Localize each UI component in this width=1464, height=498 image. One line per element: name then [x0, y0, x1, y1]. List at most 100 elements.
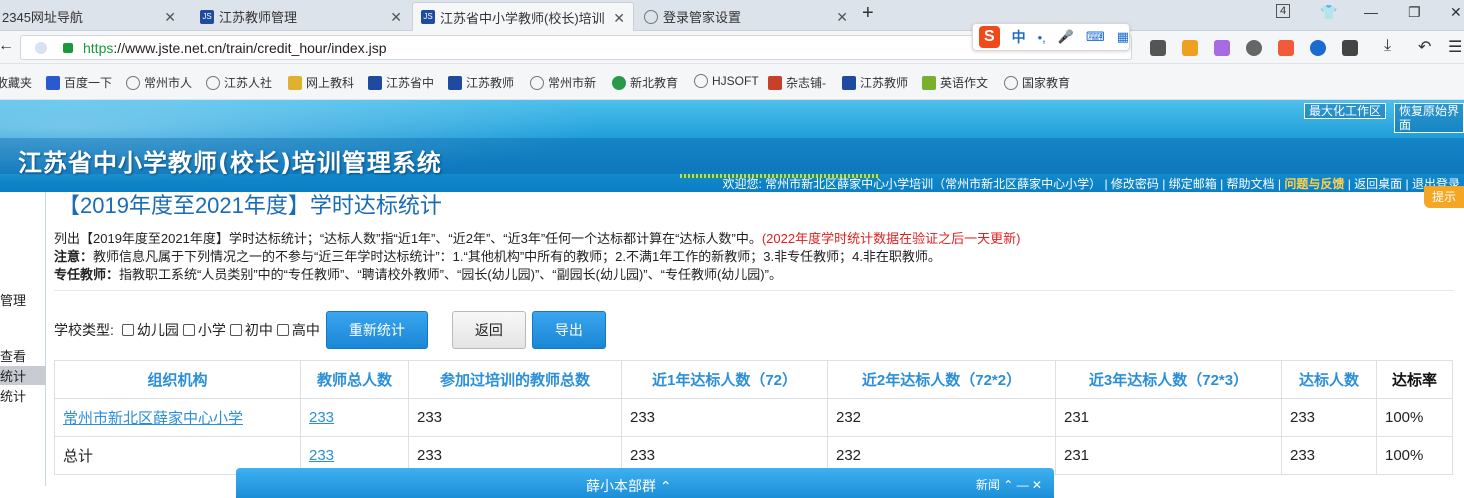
- bookmark-online-edu[interactable]: 网上教科: [288, 74, 354, 91]
- cell-rate: 100%: [1376, 436, 1453, 475]
- jste-logo-icon: [368, 75, 382, 90]
- user-bar: 欢迎您: 常州市新北区薛家中心小学培训（常州市新北区薛家中心小学） | 修改密码…: [722, 177, 1460, 191]
- cell-qualified: 233: [1281, 398, 1377, 437]
- lock-icon: [63, 43, 73, 53]
- checkbox-junior[interactable]: 初中: [229, 320, 273, 340]
- page-title: 【2019年度至2021年度】学时达标统计: [58, 193, 442, 218]
- url-text: https://www.jste.net.cn/train/credit_hou…: [83, 40, 387, 56]
- close-icon[interactable]: ✕: [836, 9, 848, 26]
- bookmark-jiangsu-teacher-2[interactable]: 江苏教师: [842, 74, 908, 91]
- system-title: 江苏省中小学教师(校长)培训管理系统: [18, 149, 442, 177]
- url-field[interactable]: https://www.jste.net.cn/train/credit_hou…: [20, 35, 1132, 60]
- sidebar-item-statistics-selected[interactable]: 统计: [0, 366, 46, 385]
- jste-logo-icon: [448, 75, 462, 90]
- org-link[interactable]: 常州市新北区薛家中心小学: [63, 410, 243, 427]
- close-icon[interactable]: ✕: [613, 10, 625, 27]
- bookmark-hjsoft[interactable]: HJSOFT: [694, 74, 759, 88]
- globe-icon: [694, 74, 708, 88]
- reader-icon[interactable]: [1150, 40, 1166, 56]
- col-2yr: 近2年达标人数（72*2）: [827, 360, 1056, 399]
- shield-badge-icon[interactable]: [1182, 40, 1198, 56]
- game-icon[interactable]: [1278, 40, 1294, 56]
- punctuation-icon[interactable]: •,: [1038, 30, 1046, 45]
- minimize-icon[interactable]: —: [1364, 4, 1378, 20]
- tab-title: 江苏教师管理: [219, 10, 298, 25]
- globe-icon: [126, 75, 140, 90]
- note-fulltime-teacher: 专任教师：指教职工系统“人员类别”中的“专任教师”、“聘请校外教师”、“园长(幼…: [54, 267, 782, 282]
- checkbox-kindergarten[interactable]: 幼儿园: [121, 320, 179, 340]
- bookmark-jiangsu-teacher[interactable]: 江苏教师: [448, 74, 514, 91]
- col-rate: 达标率: [1376, 360, 1453, 399]
- globe-icon: [288, 75, 302, 90]
- tab-count-badge[interactable]: 4: [1276, 4, 1291, 18]
- table-row: 常州市新北区薛家中心小学 233 233 233 232 231 233 100…: [54, 398, 1453, 437]
- bookmark-changzhou-new[interactable]: 常州市新: [530, 74, 596, 91]
- close-window-icon[interactable]: ✕: [1450, 4, 1462, 21]
- download-icon[interactable]: ⤓: [1384, 37, 1391, 55]
- scissors-icon[interactable]: [1246, 40, 1262, 56]
- bookmark-national-edu[interactable]: 国家教育: [1004, 74, 1070, 91]
- bookmark-magazine[interactable]: 杂志铺-: [768, 74, 826, 91]
- bind-email-link[interactable]: 绑定邮箱: [1169, 177, 1217, 191]
- close-icon[interactable]: ✕: [390, 9, 402, 26]
- back-arrow-icon[interactable]: ←: [0, 37, 14, 55]
- bookmark-jiangsu-province[interactable]: 江苏省中: [368, 74, 434, 91]
- undo-icon[interactable]: ↶: [1418, 37, 1431, 57]
- sogou-logo-icon[interactable]: S: [979, 26, 1000, 48]
- browser-tab-strip: 2345网址导航 ✕ JS 江苏教师管理 ✕ JS 江苏省中小学教师(校长)培训…: [0, 0, 1464, 31]
- bookmark-favorites[interactable]: 收藏夹: [0, 74, 32, 91]
- menu-icon[interactable]: ☰: [1448, 37, 1462, 57]
- chat-popup-bar[interactable]: 薛小本部群 ⌃ 新闻 ⌃ — ✕: [236, 468, 1054, 498]
- tab-title: 登录管家设置: [663, 10, 742, 25]
- ime-mode[interactable]: 中: [1012, 27, 1026, 47]
- sidebar-item-view[interactable]: 查看: [0, 346, 46, 365]
- stats-table: 组织机构 教师总人数 参加过培训的教师总数 近1年达标人数（72） 近2年达标人…: [54, 360, 1453, 475]
- table-header-row: 组织机构 教师总人数 参加过培训的教师总数 近1年达标人数（72） 近2年达标人…: [54, 360, 1453, 399]
- maximize-workspace-button[interactable]: 最大化工作区: [1304, 103, 1387, 119]
- grid-icon[interactable]: ▦: [1117, 29, 1129, 45]
- popup-controls[interactable]: 新闻 ⌃ — ✕: [976, 476, 1042, 493]
- welcome-text: 欢迎您: 常州市新北区薛家中心小学培训（常州市新北区薛家中心小学）: [722, 177, 1102, 191]
- shirt-icon[interactable]: 👕: [1320, 4, 1337, 21]
- bookmark-english-essay[interactable]: 英语作文: [922, 74, 988, 91]
- bookmark-jiangsu-hr[interactable]: 江苏人社: [206, 74, 272, 91]
- cell-rate: 100%: [1376, 398, 1453, 437]
- tab-jste-teacher[interactable]: JS 江苏教师管理 ✕: [192, 2, 410, 31]
- tab-2345-nav[interactable]: 2345网址导航 ✕: [0, 2, 184, 31]
- globe-icon: [1004, 75, 1018, 90]
- change-password-link[interactable]: 修改密码: [1111, 177, 1159, 191]
- teacher-total-link[interactable]: 233: [309, 447, 334, 464]
- sidebar-item-manage[interactable]: 管理: [0, 290, 46, 309]
- restore-icon[interactable]: ❐: [1408, 4, 1421, 21]
- search-icon[interactable]: [1310, 40, 1326, 56]
- bookmark-changzhou-hr[interactable]: 常州市人: [126, 74, 192, 91]
- tab-login-manager[interactable]: 登录管家设置 ✕: [636, 2, 856, 31]
- tab-jste-training[interactable]: JS 江苏省中小学教师(校长)培训 ✕: [412, 2, 634, 31]
- help-tip-button[interactable]: 提示: [1424, 186, 1464, 208]
- ime-toolbar[interactable]: S 中 •, 🎤 ⌨ ▦: [972, 23, 1130, 51]
- globe-icon: [530, 75, 544, 90]
- help-docs-link[interactable]: 帮助文档: [1227, 177, 1275, 191]
- checkbox-primary[interactable]: 小学: [182, 320, 226, 340]
- keyboard-icon[interactable]: ⌨: [1086, 29, 1105, 45]
- feedback-link[interactable]: 问题与反馈: [1284, 177, 1344, 191]
- restore-layout-button[interactable]: 恢复原始界面: [1394, 103, 1464, 133]
- note-description: 列出【2019年度至2021年度】学时达标统计；“达标人数”指“近1年”、“近2…: [54, 231, 1021, 246]
- cell-org: 常州市新北区薛家中心小学: [54, 398, 301, 437]
- close-icon[interactable]: ✕: [164, 9, 176, 26]
- bookmark-baidu[interactable]: 百度一下: [46, 74, 112, 91]
- sidebar-item-statistics[interactable]: 统计: [0, 386, 46, 405]
- back-button[interactable]: 返回: [451, 311, 526, 349]
- bookmark-xinbei-edu[interactable]: 新北教育: [612, 74, 678, 91]
- microphone-icon[interactable]: 🎤: [1058, 29, 1074, 45]
- back-desktop-link[interactable]: 返回桌面: [1354, 177, 1402, 191]
- checkbox-senior[interactable]: 高中: [276, 320, 320, 340]
- teacher-total-link[interactable]: 233: [309, 409, 334, 426]
- apps-grid-icon[interactable]: [1342, 40, 1358, 56]
- school-type-label: 学校类型:: [54, 322, 114, 338]
- export-button[interactable]: 导出: [531, 311, 606, 349]
- popup-title[interactable]: 薛小本部群 ⌃: [586, 476, 672, 496]
- recount-button[interactable]: 重新统计: [325, 311, 428, 349]
- new-tab-button[interactable]: +: [862, 2, 874, 25]
- translate-icon[interactable]: [1214, 40, 1230, 56]
